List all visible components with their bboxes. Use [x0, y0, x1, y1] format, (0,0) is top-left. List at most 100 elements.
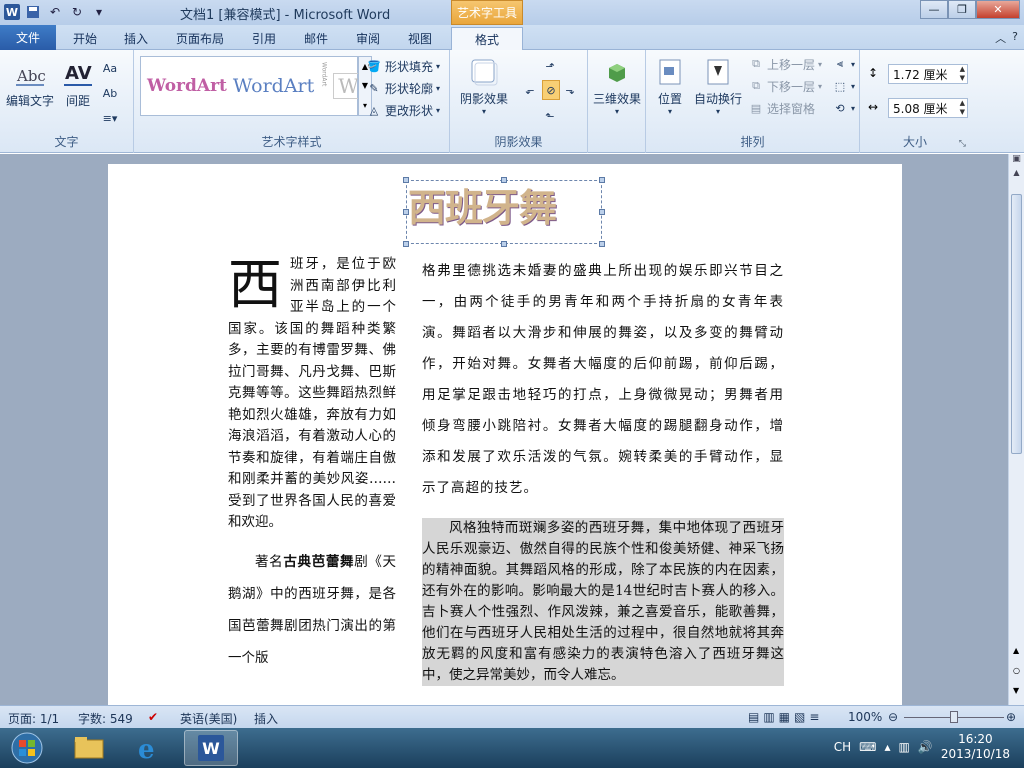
- network-icon[interactable]: ▥: [899, 740, 910, 754]
- shadow-effects-button[interactable]: 阴影效果 ▾: [456, 56, 512, 116]
- tab-page-layout[interactable]: 页面布局: [168, 27, 232, 50]
- zoom-in-icon[interactable]: ⊕: [1006, 710, 1016, 724]
- wrap-text-button[interactable]: 自动换行 ▾: [692, 56, 744, 116]
- start-button[interactable]: [0, 730, 54, 766]
- next-page-icon[interactable]: ▼: [1013, 686, 1019, 695]
- rotate-button[interactable]: ⟲ ▾: [832, 98, 855, 118]
- help-icon[interactable]: ?: [1012, 30, 1018, 46]
- align-text-button[interactable]: ≡▾: [102, 108, 118, 128]
- proofing-icon[interactable]: ✔: [148, 710, 158, 724]
- file-explorer-icon[interactable]: [62, 730, 116, 766]
- shape-outline-button[interactable]: ✎ 形状轮廓 ▾: [366, 78, 440, 98]
- tray-expand-icon[interactable]: ▴: [885, 740, 891, 754]
- keyboard-icon[interactable]: ⌨: [859, 740, 876, 754]
- selection-pane-button[interactable]: ▤ 选择窗格: [748, 98, 815, 118]
- input-language[interactable]: CH: [834, 740, 851, 754]
- word-app-icon: W: [198, 735, 224, 761]
- resize-handle[interactable]: [599, 241, 605, 247]
- tab-references[interactable]: 引用: [242, 27, 286, 50]
- minimize-button[interactable]: —: [920, 0, 948, 19]
- volume-icon[interactable]: 🔊: [918, 740, 933, 754]
- prev-page-icon[interactable]: ▲: [1013, 646, 1019, 655]
- size-dialog-launcher-icon[interactable]: ⤡: [959, 139, 966, 149]
- height-spinner-icon[interactable]: ▲ ▼: [960, 65, 965, 83]
- minimize-ribbon-icon[interactable]: ︿: [995, 30, 1006, 46]
- page-count[interactable]: 页面: 1/1: [8, 710, 59, 727]
- browse-object-icon[interactable]: ○: [1013, 666, 1020, 675]
- clock[interactable]: 16:20 2013/10/18: [941, 732, 1010, 762]
- tab-review[interactable]: 审阅: [346, 27, 390, 50]
- spacing-button[interactable]: AV 间距: [58, 58, 98, 109]
- position-icon: [654, 56, 686, 88]
- edit-text-button[interactable]: Abc 编辑文字: [4, 58, 56, 109]
- word-logo-icon[interactable]: W: [4, 4, 20, 20]
- align-button[interactable]: ⫷ ▾: [832, 54, 855, 74]
- height-input[interactable]: 1.72 厘米 ▲ ▼: [888, 64, 968, 84]
- insert-mode[interactable]: 插入: [254, 710, 278, 727]
- nudge-up-button[interactable]: ⬏: [542, 56, 558, 76]
- wordart-style-gallery[interactable]: WordArt WordArt WordArt W: [140, 56, 364, 116]
- 3d-effects-button[interactable]: 三维效果 ▾: [592, 56, 642, 116]
- resize-handle[interactable]: [403, 241, 409, 247]
- save-icon[interactable]: [24, 3, 42, 21]
- zoom-slider-thumb[interactable]: [950, 711, 958, 723]
- vertical-scrollbar[interactable]: ▣ ▲ ▲ ○ ▼: [1008, 154, 1024, 705]
- scroll-thumb[interactable]: [1011, 194, 1022, 454]
- nudge-left-icon: ⬐: [525, 83, 535, 97]
- ribbon: Abc 编辑文字 AV 间距 Aa Ab ≡▾ 文字 WordArt WordA…: [0, 50, 1024, 153]
- contextual-tab-header: 艺术字工具: [451, 0, 523, 25]
- tab-file[interactable]: 文件: [0, 25, 56, 50]
- tab-insert[interactable]: 插入: [114, 27, 158, 50]
- group-objects-icon: ⬚: [834, 79, 846, 93]
- title-bar: W ↶ ↻ ▾ 文档1 [兼容模式] - Microsoft Word 艺术字工…: [0, 0, 1024, 25]
- vertical-text-icon: Ab: [102, 86, 118, 100]
- resize-handle[interactable]: [599, 209, 605, 215]
- wordart-title[interactable]: 西班牙舞: [408, 177, 598, 241]
- bring-forward-button[interactable]: ⧉ 上移一层 ▾: [748, 54, 822, 74]
- close-button[interactable]: ✕: [976, 0, 1020, 19]
- nudge-down-button[interactable]: ⬑: [542, 106, 558, 126]
- vertical-text-button[interactable]: Ab: [102, 83, 118, 103]
- group-objects-button[interactable]: ⬚ ▾: [832, 76, 855, 96]
- position-button[interactable]: 位置 ▾: [652, 56, 688, 116]
- resize-handle[interactable]: [599, 177, 605, 183]
- zoom-out-icon[interactable]: ⊖: [888, 710, 898, 724]
- wordart-sample-1[interactable]: WordArt: [147, 76, 227, 96]
- redo-icon[interactable]: ↻: [68, 3, 86, 21]
- nudge-left-button[interactable]: ⬐: [522, 80, 538, 100]
- tab-format[interactable]: 格式: [451, 27, 523, 50]
- shape-fill-button[interactable]: 🪣 形状填充 ▾: [366, 56, 440, 76]
- shadow-toggle-button[interactable]: ⊘: [542, 80, 560, 100]
- window-controls: — ❐ ✕: [920, 0, 1020, 19]
- edit-text-icon: Abc: [14, 58, 46, 90]
- zoom-level[interactable]: 100%: [848, 710, 882, 724]
- word-count[interactable]: 字数: 549: [78, 710, 133, 727]
- restore-button[interactable]: ❐: [948, 0, 976, 19]
- width-input[interactable]: 5.08 厘米 ▲ ▼: [888, 98, 968, 118]
- group-label-size: 大小: [902, 135, 927, 149]
- wordart-sample-3[interactable]: WordArt: [320, 62, 327, 110]
- system-tray: CH ⌨ ▴ ▥ 🔊 16:20 2013/10/18: [834, 732, 1010, 762]
- group-arrange: 位置 ▾ 自动换行 ▾ ⧉ 上移一层 ▾ ⧉ 下移一层 ▾ ▤ 选择窗格 ⫷ ▾ ⬚ ▾ ⟲ ▾…: [646, 50, 860, 153]
- nudge-right-button[interactable]: ⬎: [562, 80, 578, 100]
- width-spinner-icon[interactable]: ▲ ▼: [960, 99, 965, 117]
- language[interactable]: 英语(美国): [180, 710, 237, 727]
- scroll-up-icon[interactable]: ▲: [1009, 168, 1024, 177]
- nudge-right-icon: ⬎: [565, 83, 575, 97]
- tab-mailings[interactable]: 邮件: [294, 27, 338, 50]
- even-height-button[interactable]: Aa: [102, 58, 118, 78]
- tab-view[interactable]: 视图: [398, 27, 442, 50]
- send-backward-button[interactable]: ⧉ 下移一层 ▾: [748, 76, 822, 96]
- wordart-sample-2[interactable]: WordArt: [233, 75, 314, 97]
- undo-icon[interactable]: ↶: [46, 3, 64, 21]
- group-label-arrange: 排列: [740, 135, 765, 149]
- customize-qat-icon[interactable]: ▾: [90, 3, 108, 21]
- ruler-toggle-icon[interactable]: ▣: [1009, 154, 1024, 164]
- change-shape-button[interactable]: ◬ 更改形状 ▾: [366, 100, 440, 120]
- svg-text:Abc: Abc: [16, 67, 46, 85]
- tab-home[interactable]: 开始: [62, 27, 108, 50]
- resize-handle[interactable]: [501, 241, 507, 247]
- internet-explorer-icon[interactable]: e: [122, 730, 176, 766]
- word-taskbar-icon[interactable]: W: [184, 730, 238, 766]
- view-buttons-icon[interactable]: ▤▥▦▧≡: [748, 710, 823, 724]
